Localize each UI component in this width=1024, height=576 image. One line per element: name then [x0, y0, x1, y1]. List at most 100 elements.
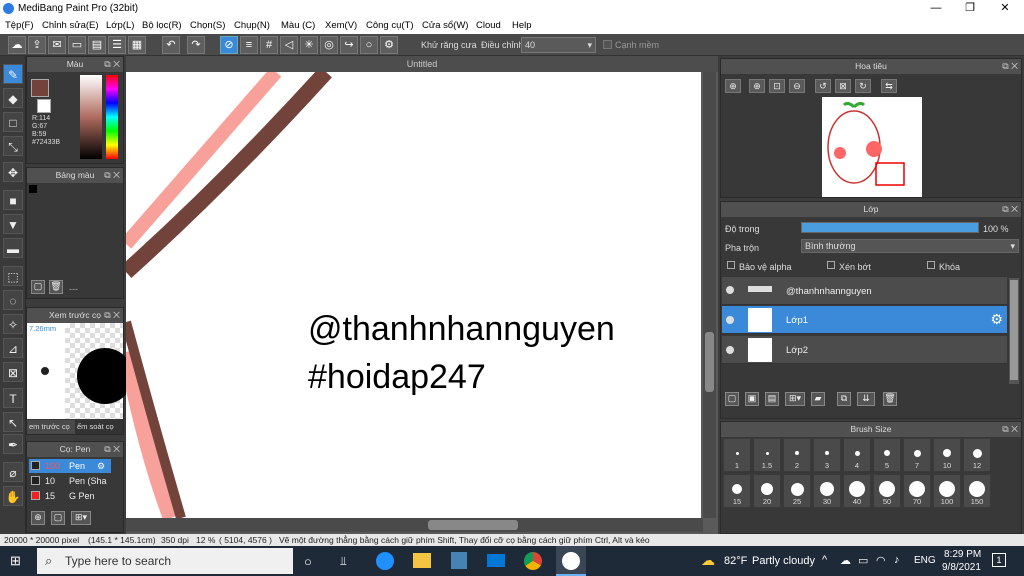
new-brush-icon[interactable]: ▢: [51, 511, 65, 525]
select-tool-icon[interactable]: ⬚: [3, 266, 23, 286]
opacity-slider[interactable]: [801, 222, 979, 233]
edge-checkbox[interactable]: [603, 40, 612, 49]
zoom-in-icon[interactable]: ⊕: [749, 79, 765, 93]
navigator-thumbnail[interactable]: [822, 97, 922, 197]
rect-tool-icon[interactable]: □: [3, 112, 23, 132]
wifi-icon[interactable]: ◠: [876, 554, 886, 567]
magic-wand-tool-icon[interactable]: ✧: [3, 314, 23, 334]
menu-file[interactable]: Tệp(F): [5, 20, 34, 31]
cloud-icon[interactable]: ☁: [8, 36, 26, 54]
menu-color[interactable]: Màu (C): [281, 20, 315, 31]
file-explorer-icon[interactable]: [413, 553, 431, 568]
new-layer-icon[interactable]: ▢: [725, 392, 739, 406]
brush-size-cell[interactable]: 20: [753, 474, 781, 508]
merge-layer-icon[interactable]: ⇊: [857, 392, 875, 406]
gear-icon[interactable]: ⚙: [990, 311, 1003, 328]
select-eraser-tool-icon[interactable]: ⊠: [3, 362, 23, 382]
layer-scrollbar[interactable]: [1009, 278, 1019, 384]
brush-tool-icon[interactable]: ✎: [3, 64, 23, 84]
brush-size-cell[interactable]: 70: [903, 474, 931, 508]
secondary-color-swatch[interactable]: [37, 99, 51, 113]
brush-size-cell[interactable]: 30: [813, 474, 841, 508]
network-icon[interactable]: ▭: [858, 554, 868, 567]
eyedropper-tool-icon[interactable]: ⌀: [3, 462, 23, 482]
tray-chevron-icon[interactable]: ^: [822, 554, 827, 566]
brush-size-cell[interactable]: 100: [933, 474, 961, 508]
curve-snap-icon[interactable]: ↪: [340, 36, 358, 54]
minimize-button[interactable]: —: [919, 0, 953, 17]
zoom-in-icon[interactable]: ⊕: [725, 79, 741, 93]
store-icon[interactable]: [451, 552, 467, 569]
menu-tools[interactable]: Công cụ(T): [366, 20, 414, 31]
layer-row[interactable]: Lớp2: [722, 336, 1007, 364]
trash-icon[interactable]: 🗑: [883, 392, 897, 406]
move-tool-icon[interactable]: ✥: [3, 162, 23, 182]
volume-icon[interactable]: ♪: [894, 554, 900, 566]
add-layer-menu-icon[interactable]: ⊞▾: [785, 392, 805, 406]
brush-size-cell[interactable]: 12: [963, 438, 991, 472]
clipping-checkbox[interactable]: [827, 261, 835, 269]
vertical-scrollbar[interactable]: [703, 72, 716, 518]
brush-size-cell[interactable]: 3: [813, 438, 841, 472]
new-layer-8bit-icon[interactable]: ▣: [745, 392, 759, 406]
visibility-icon[interactable]: [726, 286, 734, 294]
brush-item[interactable]: 100 Pen ⚙: [29, 459, 111, 473]
new-page-icon[interactable]: ▢: [31, 280, 45, 294]
language-indicator[interactable]: ENG: [914, 555, 936, 566]
folder-icon[interactable]: ▰: [811, 392, 825, 406]
redo-icon[interactable]: ↷: [187, 36, 205, 54]
divide-tool-icon[interactable]: ✒: [3, 434, 23, 454]
menu-select[interactable]: Chọn(S): [190, 20, 225, 31]
menu-filter[interactable]: Bộ lọc(R): [142, 20, 182, 31]
layer-row[interactable]: @thanhnhannguyen: [722, 277, 1007, 305]
zoom-out-icon[interactable]: ⊖: [789, 79, 805, 93]
comment-icon[interactable]: ✉: [48, 36, 66, 54]
brush-size-cell[interactable]: 25: [783, 474, 811, 508]
trash-icon[interactable]: 🗑: [49, 280, 63, 294]
list-icon[interactable]: ☰: [108, 36, 126, 54]
hand-tool-icon[interactable]: ✋: [3, 486, 23, 506]
upload-icon[interactable]: ⇪: [28, 36, 46, 54]
operation-tool-icon[interactable]: ↖: [3, 412, 23, 432]
tab-brush-control[interactable]: ểm soát cọ: [75, 420, 123, 434]
menu-layer[interactable]: Lớp(L): [106, 20, 134, 31]
cross-snap-icon[interactable]: #: [260, 36, 278, 54]
rotate-left-icon[interactable]: ↺: [815, 79, 831, 93]
brush-size-cell[interactable]: 10: [933, 438, 961, 472]
blend-select[interactable]: Bình thường ▾: [801, 239, 1019, 253]
select-pen-tool-icon[interactable]: ⊿: [3, 338, 23, 358]
message-icon[interactable]: ▭: [68, 36, 86, 54]
menu-help[interactable]: Help: [512, 20, 532, 31]
weather-icon[interactable]: ☁: [701, 552, 715, 569]
edge-browser-icon[interactable]: [376, 552, 394, 570]
vertical-scroll-thumb[interactable]: [705, 332, 714, 392]
brush-item[interactable]: 10 Pen (Sha: [29, 474, 111, 488]
clock-date[interactable]: 9/8/2021: [942, 562, 981, 573]
search-box[interactable]: ⌕ Type here to search: [37, 548, 293, 574]
visibility-icon[interactable]: [726, 316, 734, 324]
grid-icon[interactable]: ▦: [128, 36, 146, 54]
chrome-icon[interactable]: [524, 552, 542, 570]
new-layer-1bit-icon[interactable]: ▤: [765, 392, 779, 406]
brush-size-cell[interactable]: 15: [723, 474, 751, 508]
ellipse-snap-icon[interactable]: ○: [360, 36, 378, 54]
snap-off-icon[interactable]: ⊘: [220, 36, 238, 54]
palette-swatch[interactable]: [29, 185, 37, 193]
primary-color-swatch[interactable]: [31, 79, 49, 97]
menu-view[interactable]: Xem(V): [325, 20, 357, 31]
bucket-tool-icon[interactable]: ▼: [3, 214, 23, 234]
add-brush-icon[interactable]: ⊕: [31, 511, 45, 525]
notification-icon[interactable]: 1: [992, 553, 1006, 567]
brush-size-cell[interactable]: 2: [783, 438, 811, 472]
mail-icon[interactable]: [487, 554, 505, 567]
layer-row[interactable]: Lớp1 ⚙: [722, 306, 1007, 334]
visibility-icon[interactable]: [726, 346, 734, 354]
task-view-icon[interactable]: ○: [304, 554, 312, 569]
circle-snap-icon[interactable]: ◎: [320, 36, 338, 54]
brush-size-cell[interactable]: 40: [843, 474, 871, 508]
drawing-canvas[interactable]: @thanhnhannguyen #hoidap247: [126, 72, 701, 518]
menu-cloud[interactable]: Cloud: [476, 20, 501, 31]
brush-item[interactable]: 15 G Pen: [29, 489, 111, 503]
protect-alpha-checkbox[interactable]: [727, 261, 735, 269]
brush-size-cell[interactable]: 7: [903, 438, 931, 472]
